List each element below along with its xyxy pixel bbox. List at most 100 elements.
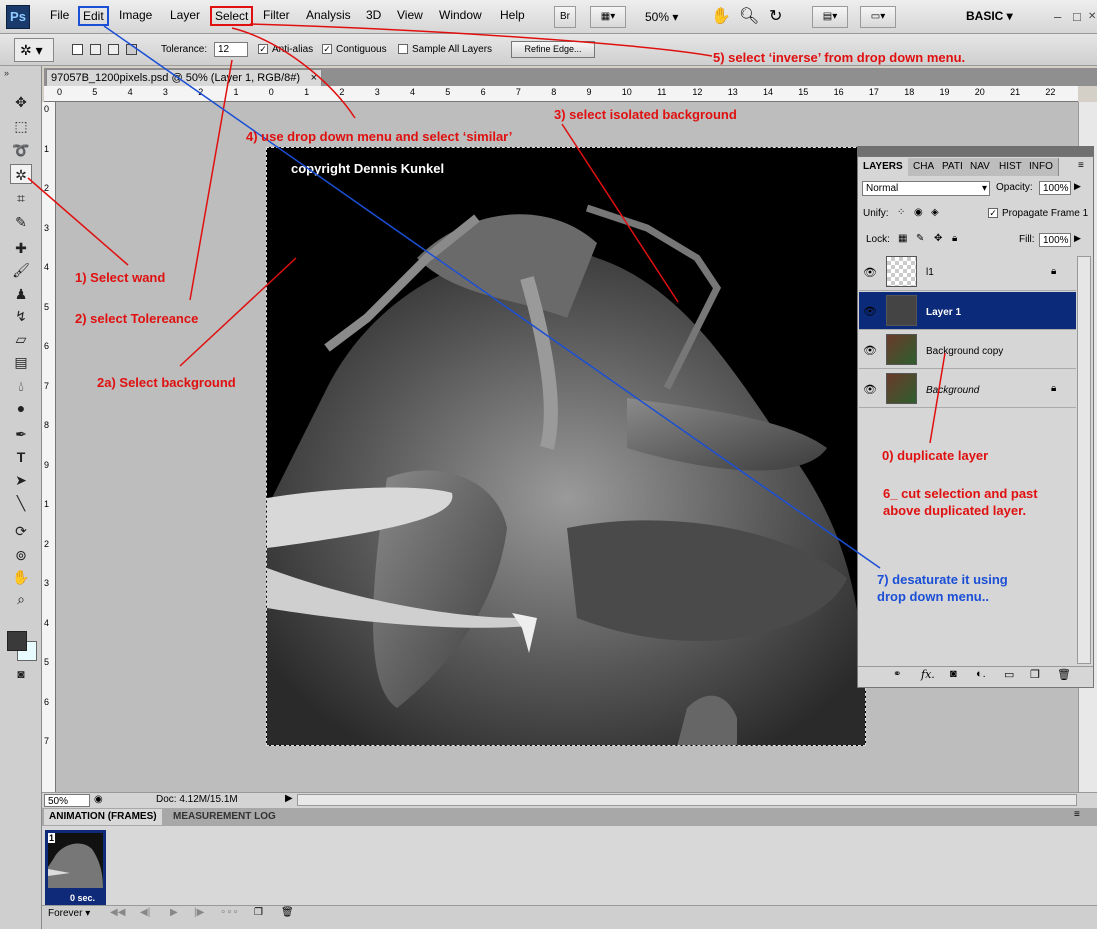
tween-icon[interactable]: ∘∘∘: [220, 907, 239, 918]
layer-style-icon[interactable]: fx.: [921, 668, 935, 681]
panel-menu-icon[interactable]: ≡: [1074, 809, 1080, 820]
arrange-documents-button[interactable]: ▤▾: [812, 6, 848, 28]
minimize-button[interactable]: –: [1054, 9, 1061, 24]
zoom-tool-icon[interactable]: ⌕: [10, 589, 32, 609]
3d-rotate-tool-icon[interactable]: ⟳: [10, 521, 32, 541]
fill-input[interactable]: 100%: [1039, 233, 1071, 247]
lock-pixels-icon[interactable]: ✎: [916, 233, 924, 244]
document-canvas[interactable]: copyright Dennis Kunkel: [266, 147, 866, 746]
layer-name[interactable]: Background: [926, 385, 979, 396]
line-tool-icon[interactable]: ╲: [10, 493, 32, 513]
adjustment-layer-icon[interactable]: ◐.: [976, 668, 986, 680]
new-group-icon[interactable]: ▭: [1004, 668, 1014, 681]
play-icon[interactable]: ▶: [170, 907, 178, 918]
delete-frame-icon[interactable]: 🗑︎: [281, 907, 294, 918]
foreground-color-swatch-top[interactable]: [7, 631, 27, 651]
menu-window[interactable]: Window: [439, 8, 482, 22]
document-tab[interactable]: 97057B_1200pixels.psd @ 50% (Layer 1, RG…: [46, 69, 322, 86]
layer-name[interactable]: l1: [926, 267, 934, 278]
layers-scrollbar[interactable]: [1077, 256, 1091, 664]
unify-style-icon[interactable]: ◈: [931, 207, 939, 218]
first-frame-icon[interactable]: ◀◀: [110, 907, 125, 918]
visibility-eye-icon[interactable]: 👁︎: [863, 305, 877, 318]
tab-measurement-log[interactable]: MEASUREMENT LOG: [168, 809, 281, 825]
history-brush-tool-icon[interactable]: ↯: [10, 306, 32, 326]
healing-brush-tool-icon[interactable]: ✚: [10, 238, 32, 258]
layers-panel-menu-icon[interactable]: ≡: [1078, 160, 1084, 171]
clone-stamp-tool-icon[interactable]: ♟: [10, 284, 32, 304]
workspace-switcher[interactable]: BASIC ▾: [966, 9, 1013, 23]
eyedropper-tool-icon[interactable]: ✎: [10, 212, 32, 232]
tab-info[interactable]: INFO: [1024, 158, 1059, 176]
lock-all-icon[interactable]: 🔒︎: [952, 233, 957, 244]
subtract-selection-icon[interactable]: [108, 44, 119, 55]
tab-channels[interactable]: CHA: [908, 158, 941, 176]
close-button[interactable]: ✕: [1088, 11, 1096, 22]
menu-file[interactable]: File: [50, 8, 69, 22]
blend-mode-select[interactable]: Normal ▾: [862, 181, 990, 196]
menu-select[interactable]: Select: [210, 6, 254, 26]
quick-mask-icon[interactable]: ◙: [10, 664, 32, 684]
marquee-tool-icon[interactable]: ⬚: [10, 116, 32, 136]
unify-visibility-icon[interactable]: ◉: [914, 207, 923, 218]
type-tool-icon[interactable]: T: [10, 447, 32, 467]
previous-frame-icon[interactable]: ◀|: [140, 907, 150, 918]
anti-alias-checkbox[interactable]: ✓: [258, 44, 268, 54]
crop-tool-icon[interactable]: ⌗: [10, 188, 32, 208]
intersect-selection-icon[interactable]: [126, 44, 137, 55]
opacity-slider-arrow[interactable]: ▶: [1074, 181, 1081, 192]
restore-button[interactable]: □: [1073, 9, 1081, 24]
new-selection-icon[interactable]: [72, 44, 83, 55]
3d-orbit-tool-icon[interactable]: ⊚: [10, 545, 32, 565]
loop-select[interactable]: Forever ▾: [48, 908, 90, 919]
delete-layer-icon[interactable]: 🗑︎: [1057, 668, 1071, 681]
new-layer-icon[interactable]: ❐: [1030, 668, 1040, 681]
menu-3d[interactable]: 3D: [366, 8, 381, 22]
fill-slider-arrow[interactable]: ▶: [1074, 233, 1081, 244]
refine-edge-button[interactable]: Refine Edge...: [511, 41, 595, 58]
hand-tool-icon[interactable]: ✋: [711, 6, 731, 26]
layer-name[interactable]: Background copy: [926, 346, 1003, 357]
tool-preset-picker[interactable]: ✲ ▾: [14, 38, 54, 62]
eraser-tool-icon[interactable]: ▱: [10, 329, 32, 349]
pen-tool-icon[interactable]: ✒: [10, 424, 32, 444]
tolerance-input[interactable]: 12: [214, 42, 248, 57]
next-frame-icon[interactable]: |▶: [194, 907, 204, 918]
close-document-icon[interactable]: ×: [311, 70, 317, 86]
contiguous-checkbox[interactable]: ✓: [322, 44, 332, 54]
layer-mask-icon[interactable]: ◙: [950, 668, 957, 680]
menu-edit[interactable]: Edit: [78, 6, 109, 26]
zoom-tool-icon[interactable]: 🔍︎: [739, 6, 759, 26]
hand-tool-icon[interactable]: ✋: [10, 567, 32, 587]
menu-image[interactable]: Image: [119, 8, 152, 22]
move-tool-icon[interactable]: ✥: [10, 92, 32, 112]
rotate-view-icon[interactable]: ↻: [769, 6, 782, 26]
layer-name[interactable]: Layer 1: [926, 307, 961, 318]
selection-mode-group[interactable]: [68, 42, 144, 58]
tab-navigator[interactable]: NAV: [965, 158, 996, 176]
frame-delay[interactable]: 0 sec.: [70, 893, 95, 903]
duplicate-frame-icon[interactable]: ❐: [254, 907, 263, 918]
menu-filter[interactable]: Filter: [263, 8, 290, 22]
status-info-icon[interactable]: ◉: [94, 794, 103, 805]
bridge-button[interactable]: Br: [554, 6, 576, 28]
visibility-eye-icon[interactable]: 👁︎: [863, 266, 877, 279]
status-zoom-field[interactable]: 50%: [44, 794, 90, 807]
tab-layers[interactable]: LAYERS: [858, 158, 909, 176]
visibility-eye-icon[interactable]: 👁︎: [863, 344, 877, 357]
gradient-tool-icon[interactable]: ▤: [10, 352, 32, 372]
add-selection-icon[interactable]: [90, 44, 101, 55]
link-layers-icon[interactable]: ⚭: [893, 669, 901, 680]
unify-position-icon[interactable]: ⁘: [897, 207, 905, 218]
tab-paths[interactable]: PATI: [937, 158, 969, 176]
zoom-level-select[interactable]: 50% ▾: [645, 10, 678, 24]
tab-history[interactable]: HIST: [994, 158, 1028, 176]
lock-transparency-icon[interactable]: ▦: [898, 233, 907, 244]
sample-all-layers-checkbox[interactable]: [398, 44, 408, 54]
lasso-tool-icon[interactable]: ➰: [10, 140, 32, 160]
propagate-frame-checkbox[interactable]: ✓: [988, 208, 998, 218]
dodge-tool-icon[interactable]: ●: [10, 398, 32, 418]
horizontal-scrollbar[interactable]: [297, 794, 1077, 806]
path-selection-tool-icon[interactable]: ➤: [10, 470, 32, 490]
menu-analysis[interactable]: Analysis: [306, 8, 351, 22]
